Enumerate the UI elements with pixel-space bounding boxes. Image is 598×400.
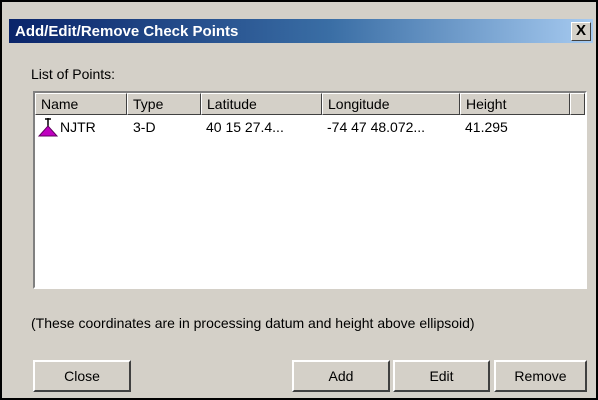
list-item[interactable]: NJTR 3-D 40 15 27.4... -74 47 48.072... …	[35, 117, 570, 137]
cell-latitude: 40 15 27.4...	[206, 119, 284, 135]
remove-button[interactable]: Remove	[494, 360, 587, 392]
close-icon[interactable]: X	[571, 22, 591, 41]
list-header: Name Type Latitude Longitude Height	[35, 93, 585, 115]
title-bar[interactable]: Add/Edit/Remove Check Points X	[9, 19, 593, 43]
edit-button[interactable]: Edit	[393, 360, 490, 392]
window-title: Add/Edit/Remove Check Points	[15, 22, 239, 40]
cell-name: NJTR	[35, 117, 127, 137]
close-button[interactable]: Close	[33, 360, 131, 392]
datum-note: (These coordinates are in processing dat…	[31, 315, 475, 331]
add-button[interactable]: Add	[292, 360, 390, 392]
list-caption: List of Points:	[31, 66, 116, 82]
column-header-name[interactable]: Name	[35, 93, 127, 115]
cell-type: 3-D	[133, 119, 156, 135]
column-header-height[interactable]: Height	[460, 93, 570, 115]
cell-height: 41.295	[465, 119, 508, 135]
column-header-filler	[570, 93, 585, 115]
column-header-longitude[interactable]: Longitude	[322, 93, 460, 115]
column-header-type[interactable]: Type	[127, 93, 201, 115]
column-header-latitude[interactable]: Latitude	[201, 93, 322, 115]
cell-longitude: -74 47 48.072...	[327, 119, 426, 135]
dialog-window: Add/Edit/Remove Check Points X List of P…	[0, 0, 598, 400]
points-listview[interactable]: Name Type Latitude Longitude Height NJTR…	[33, 91, 587, 289]
point-name: NJTR	[60, 119, 96, 135]
triangle-point-icon	[38, 118, 58, 137]
